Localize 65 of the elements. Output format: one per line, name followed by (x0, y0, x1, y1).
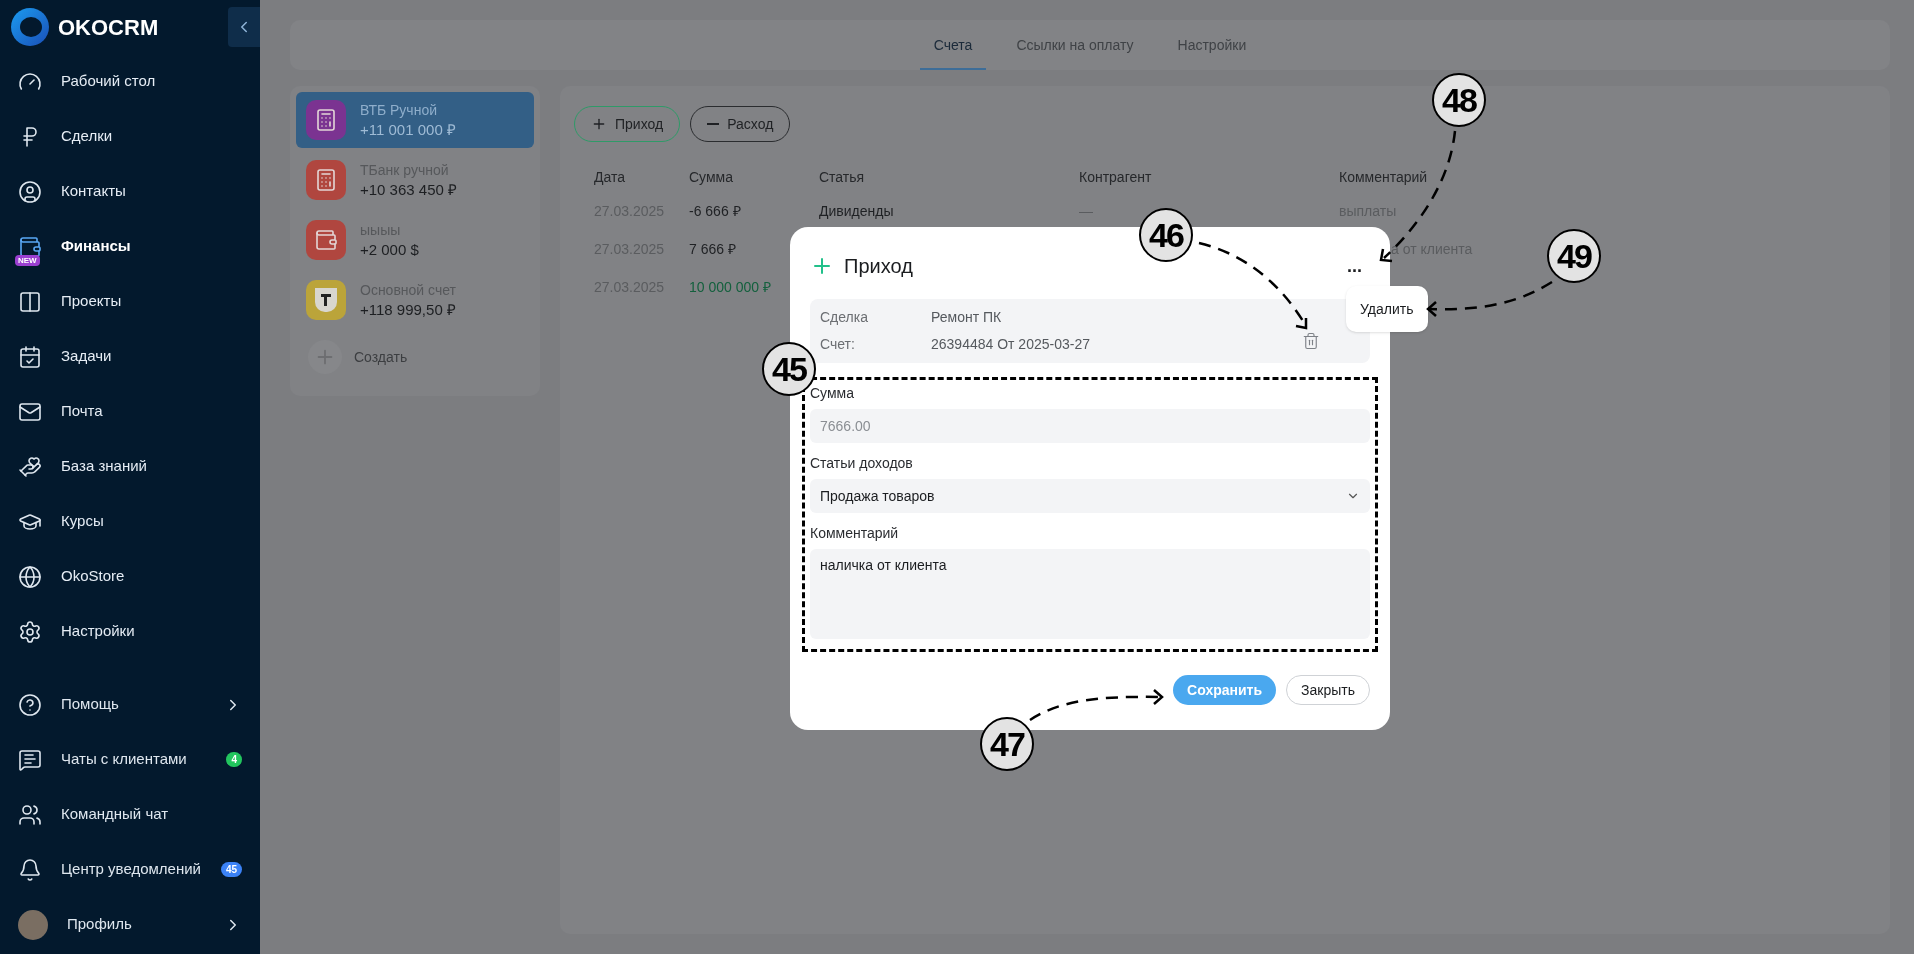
nav-item[interactable]: База знаний (0, 439, 260, 494)
user-icon (18, 179, 42, 204)
count-badge: 45 (220, 862, 242, 877)
nav-item[interactable]: OkoStore (0, 549, 260, 604)
nav-item[interactable]: Чаты с клиентами 4 (0, 732, 260, 787)
plus-icon (591, 116, 607, 132)
help-icon (18, 692, 42, 717)
nav-item[interactable]: Контакты (0, 164, 260, 219)
category-select[interactable]: Продажа товаров (810, 479, 1370, 513)
close-button[interactable]: Закрыть (1286, 675, 1370, 705)
add-icon[interactable] (308, 340, 342, 374)
delete-menu-item[interactable]: Удалить (1360, 298, 1414, 320)
nav-item[interactable]: Сделки (0, 109, 260, 164)
nav-item[interactable]: Командный чат (0, 787, 260, 842)
globe-icon (18, 564, 42, 589)
count-badge: 4 (226, 752, 242, 767)
users-icon (18, 802, 42, 827)
info-value: Ремонт ПК (931, 308, 1002, 327)
table-cell: — (1079, 202, 1093, 219)
table-cell: 7 666 ₽ (689, 240, 736, 257)
table-cell: -6 666 ₽ (689, 202, 741, 219)
nav-item[interactable]: Задачи (0, 329, 260, 384)
collapse-button[interactable] (228, 7, 260, 47)
info-label: Сделка (820, 308, 869, 327)
trash-icon[interactable] (1302, 332, 1320, 350)
logo-icon (10, 7, 50, 47)
avatar (18, 909, 48, 940)
column-header: Контрагент (1079, 167, 1153, 187)
new-badge: NEW (15, 254, 40, 266)
bell-icon (18, 857, 42, 882)
calendar-icon (18, 344, 42, 369)
nav-item[interactable]: NEW Финансы (0, 219, 260, 274)
column-header: Сумма (689, 167, 734, 187)
nav-item[interactable]: Центр уведомлений 45 (0, 842, 260, 897)
nav-item[interactable]: Профиль (0, 897, 260, 952)
nav-item[interactable]: Почта (0, 384, 260, 439)
column-header: Дата (594, 167, 626, 187)
nav-item[interactable]: Рабочий стол (0, 54, 260, 109)
table-cell: Дивиденды (819, 202, 894, 219)
account-balance: +118 999,50 ₽ (360, 300, 456, 320)
nav-item[interactable]: Помощь (0, 677, 260, 732)
info-label: Счет: (820, 335, 856, 354)
settings-icon (18, 619, 42, 644)
logo-text: OKOCRM (58, 13, 159, 42)
account-name: ВТБ Ручной (360, 101, 438, 120)
table-cell: 10 000 000 ₽ (689, 278, 771, 295)
column-header: Комментарий (1339, 167, 1429, 187)
modal-title: Приход (844, 254, 913, 279)
nav-item[interactable]: Настройки (0, 604, 260, 659)
comment-field[interactable]: наличка от клиента (810, 549, 1370, 639)
field-label: Комментарий (810, 524, 900, 543)
more-button[interactable]: ... (1347, 259, 1362, 273)
columns-icon (18, 289, 42, 314)
info-value: 26394484 От 2025-03-27 (931, 335, 1090, 354)
chat-icon (18, 747, 42, 772)
column-header: Статья (819, 167, 866, 187)
minus-icon (707, 123, 720, 125)
account-balance: +10 363 450 ₽ (360, 180, 457, 200)
nav-item[interactable]: Курсы (0, 494, 260, 549)
account-balance: +2 000 $ (360, 240, 419, 260)
field-label: Статьи доходов (810, 454, 914, 473)
account-balance: +11 001 000 ₽ (360, 120, 456, 140)
hand-icon (18, 454, 42, 479)
tab[interactable]: Счета (919, 35, 987, 70)
nav-item[interactable]: Проекты (0, 274, 260, 329)
